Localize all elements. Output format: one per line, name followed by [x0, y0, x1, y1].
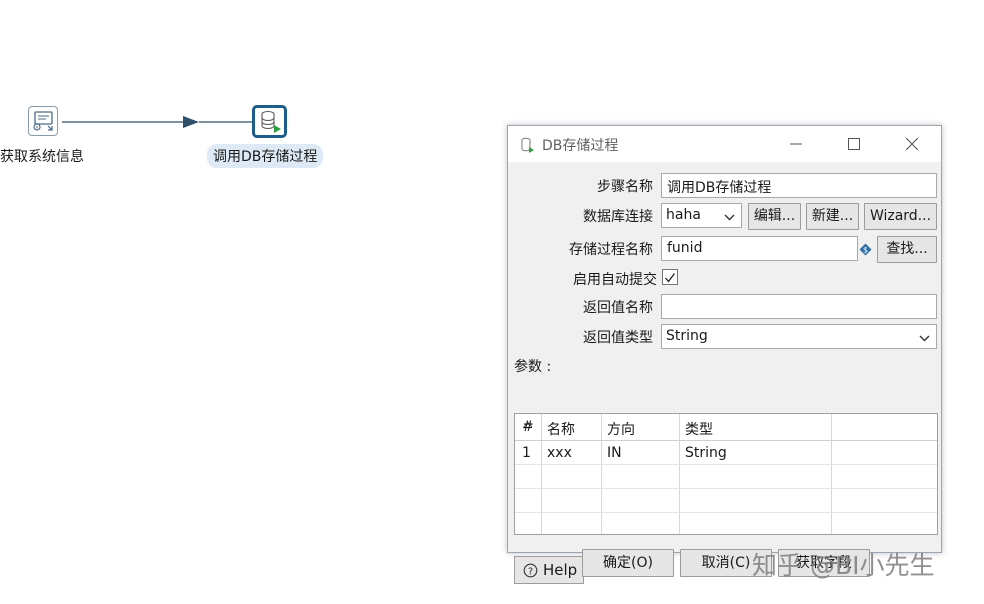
step-label: 调用DB存储过程	[207, 144, 324, 168]
ok-button[interactable]: 确定(O)	[582, 549, 674, 577]
column-header[interactable]: 名称	[547, 419, 575, 439]
result-type-value: String	[666, 328, 708, 344]
result-type-select[interactable]: String	[661, 324, 937, 349]
chevron-down-icon	[724, 210, 735, 226]
db-procedure-icon[interactable]	[252, 105, 287, 138]
procedure-name-input[interactable]: funid	[661, 236, 858, 261]
connection-label: 数据库连接	[583, 209, 653, 225]
step-name-input[interactable]: 调用DB存储过程	[661, 173, 937, 198]
dialog-titlebar[interactable]: DB存储过程	[508, 126, 941, 162]
checkmark-icon	[665, 273, 676, 283]
step-name-label: 步骤名称	[597, 179, 653, 195]
new-connection-button[interactable]: 新建...	[806, 203, 859, 230]
column-header[interactable]: #	[522, 419, 534, 435]
variable-icon: $	[859, 241, 872, 260]
find-button[interactable]: 查找...	[877, 236, 937, 263]
params-label: 参数 :	[514, 359, 552, 375]
dialog-title: DB存储过程	[542, 138, 619, 154]
column-header[interactable]: 方向	[607, 419, 635, 439]
db-procedure-dialog: DB存储过程 步骤名称 调用DB存储过程 数据库连接 haha 编辑... 新建…	[507, 125, 942, 584]
connection-select[interactable]: haha	[661, 203, 742, 228]
table-cell[interactable]: xxx	[547, 445, 572, 461]
system-info-icon[interactable]	[28, 106, 58, 136]
result-type-label: 返回值类型	[583, 330, 653, 346]
svg-text:$: $	[863, 246, 868, 255]
help-label: Help	[543, 561, 578, 579]
help-icon: ?	[523, 563, 538, 582]
watermark: 知乎 @BI小先生	[752, 551, 935, 580]
chevron-down-icon	[919, 331, 930, 347]
auto-commit-label: 启用自动提交	[573, 272, 657, 288]
dialog-body: 步骤名称 调用DB存储过程 数据库连接 haha 编辑... 新建... Wiz…	[508, 162, 941, 584]
table-cell[interactable]: String	[685, 445, 727, 461]
connection-value: haha	[666, 207, 701, 223]
db-procedure-icon	[520, 137, 534, 157]
edit-connection-button[interactable]: 编辑...	[748, 203, 801, 230]
svg-text:?: ?	[528, 567, 533, 578]
procedure-name-label: 存储过程名称	[569, 242, 653, 258]
table-cell[interactable]: 1	[522, 445, 531, 461]
params-table[interactable]: # 名称 方向 类型 1 xxx IN String	[514, 413, 938, 535]
result-name-input[interactable]	[661, 294, 937, 319]
minimize-button[interactable]	[781, 131, 811, 157]
wizard-button[interactable]: Wizard...	[864, 203, 937, 230]
help-button[interactable]: ? Help	[514, 556, 584, 584]
result-name-label: 返回值名称	[583, 300, 653, 316]
auto-commit-checkbox[interactable]	[662, 269, 678, 285]
close-button[interactable]	[897, 131, 927, 157]
column-header[interactable]: 类型	[685, 419, 713, 439]
step-label: 获取系统信息	[0, 149, 84, 165]
table-cell[interactable]: IN	[607, 445, 622, 461]
maximize-button[interactable]	[839, 131, 869, 157]
